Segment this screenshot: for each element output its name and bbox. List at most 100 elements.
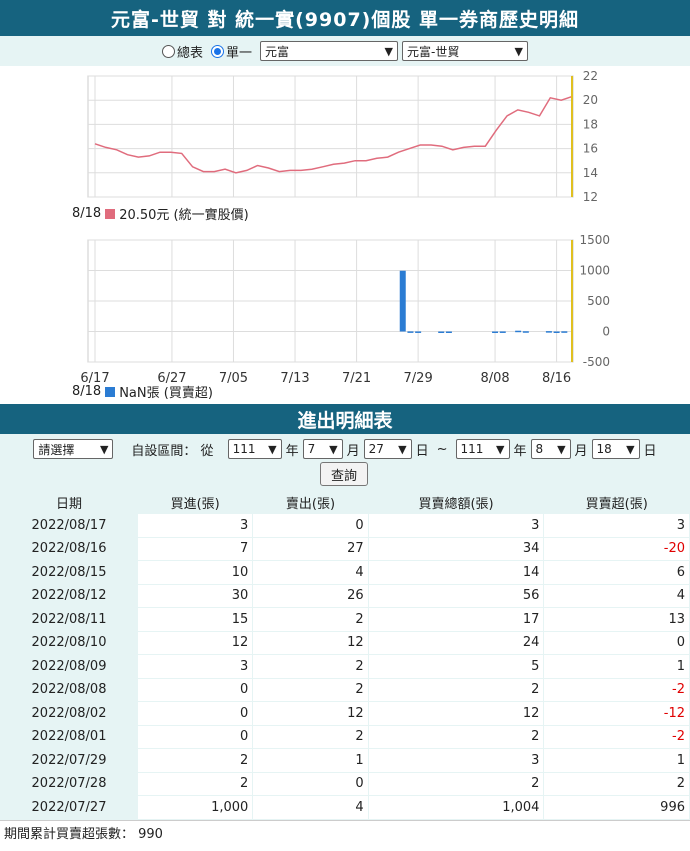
table-row: 2022/08/01 0 2 2 -2 xyxy=(1,725,689,748)
buy-cell: 0 xyxy=(138,725,253,748)
total-cell: 56 xyxy=(368,584,544,607)
date-cell: 2022/08/08 xyxy=(1,678,137,701)
date-cell: 2022/08/11 xyxy=(1,608,137,631)
sell-cell: 1 xyxy=(253,749,368,772)
bar-legend-text: NaN張 (買賣超) xyxy=(119,386,213,401)
total-cell: 24 xyxy=(368,631,544,654)
from-month-select[interactable]: 7 ▼ xyxy=(302,439,343,459)
total-cell: 1,004 xyxy=(368,796,544,819)
date-cell: 2022/08/10 xyxy=(1,631,137,654)
buy-cell: 30 xyxy=(138,584,253,607)
date-cell: 2022/08/16 xyxy=(1,537,137,560)
buy-cell: 0 xyxy=(138,702,253,725)
range-tilde: ~ xyxy=(436,441,448,457)
x-tick-label: 8/16 xyxy=(542,371,571,386)
net-bar xyxy=(415,331,422,333)
branch-select-value: 元富-世貿 xyxy=(407,44,460,59)
price-y-tick: 16 xyxy=(583,142,598,156)
total-cell: 5 xyxy=(368,655,544,678)
date-cell: 2022/08/17 xyxy=(1,514,137,537)
total-cell: 2 xyxy=(368,678,544,701)
chart-area: 12 14 16 18 20 22 8/18 20.50元 (統一實股價) 6/17 6/2… xyxy=(0,66,690,404)
range-label: 自設區間： 從 xyxy=(131,443,214,459)
from-year-value: 111 xyxy=(232,442,256,456)
date-cell: 2022/07/28 xyxy=(1,772,137,795)
col-net: 買賣超(張) xyxy=(544,491,689,513)
total-cell: 14 xyxy=(368,561,544,584)
net-bar xyxy=(553,331,560,333)
sell-cell: 4 xyxy=(253,561,368,584)
net-cell: 996 xyxy=(544,796,689,819)
net-cell: 1 xyxy=(544,749,689,772)
net-cell: 1 xyxy=(544,655,689,678)
from-year-select[interactable]: 111 ▼ xyxy=(227,439,282,459)
price-series-line xyxy=(94,95,573,174)
chevron-down-icon: ▼ xyxy=(99,442,109,456)
radio-off-icon[interactable] xyxy=(161,44,175,58)
buy-cell: 0 xyxy=(138,678,253,701)
net-cell: -2 xyxy=(544,678,689,701)
choose-select[interactable]: 請選擇 ▼ xyxy=(33,439,114,459)
price-legend-swatch xyxy=(105,208,116,219)
table-body: 2022/08/17 3 0 3 3 2022/08/16 7 27 34 -20 2022/08/… xyxy=(1,514,689,819)
broker-select-value: 元富 xyxy=(265,44,290,59)
table-row: 2022/08/16 7 27 34 -20 xyxy=(1,537,689,560)
from-day-select[interactable]: 27 ▼ xyxy=(363,439,412,459)
radio-summary[interactable]: 總表 xyxy=(161,42,203,61)
bar-y-tick: 1000 xyxy=(579,264,610,278)
total-cell: 3 xyxy=(368,749,544,772)
net-bar xyxy=(399,270,406,332)
filter-bar: 請選擇 ▼ 自設區間： 從 111 ▼ 年 7 ▼ 月 27 ▼ 日 ~ 111… xyxy=(0,434,690,490)
branch-select[interactable]: 元富-世貿 ▼ xyxy=(402,41,529,61)
net-bar xyxy=(407,331,414,333)
to-day-select[interactable]: 18 ▼ xyxy=(591,439,640,459)
table-row: 2022/08/15 10 4 14 6 xyxy=(1,561,689,584)
radio-single[interactable]: 單一 xyxy=(211,42,252,61)
to-day-value: 18 xyxy=(596,442,612,456)
sell-cell: 2 xyxy=(253,725,368,748)
x-tick-label: 7/29 xyxy=(404,371,433,386)
total-cell: 2 xyxy=(368,772,544,795)
price-y-tick: 18 xyxy=(583,117,598,131)
to-year-label: 年 xyxy=(513,443,527,459)
net-bar xyxy=(561,331,568,333)
bar-y-tick: 1500 xyxy=(579,233,610,247)
price-plot-frame xyxy=(87,75,574,198)
date-cell: 2022/08/15 xyxy=(1,561,137,584)
sell-cell: 12 xyxy=(253,702,368,725)
price-legend: 8/18 20.50元 (統一實股價) xyxy=(72,204,249,223)
x-tick-label: 7/21 xyxy=(342,371,371,386)
choose-select-value: 請選擇 xyxy=(38,442,75,457)
total-cell: 17 xyxy=(368,608,544,631)
net-cell: -12 xyxy=(544,702,689,725)
to-month-select[interactable]: 8 ▼ xyxy=(530,439,571,459)
net-bar xyxy=(445,331,452,333)
radio-on-icon[interactable] xyxy=(211,44,224,58)
net-bar xyxy=(515,330,522,333)
total-cell: 3 xyxy=(368,514,544,537)
to-year-select[interactable]: 111 ▼ xyxy=(455,439,510,459)
table-row: 2022/08/11 15 2 17 13 xyxy=(1,608,689,631)
date-cell: 2022/08/01 xyxy=(1,725,137,748)
query-button[interactable]: 查詢 xyxy=(320,462,368,486)
page-title: 元富-世貿 對 統一實(9907)個股 單一券商歷史明細 xyxy=(0,0,690,36)
buy-cell: 3 xyxy=(138,514,253,537)
col-total: 買賣總額(張) xyxy=(368,491,544,513)
net-cell: 13 xyxy=(544,608,689,631)
broker-select[interactable]: 元富 ▼ xyxy=(260,41,399,61)
chevron-down-icon: ▼ xyxy=(496,442,505,456)
net-cell: -20 xyxy=(544,537,689,560)
sell-cell: 0 xyxy=(253,772,368,795)
month-label: 月 xyxy=(346,443,360,459)
from-month-value: 7 xyxy=(307,442,316,456)
selector-bar: 總表 單一 元富 ▼ 元富-世貿 ▼ xyxy=(0,36,690,66)
net-cell: -2 xyxy=(544,725,689,748)
from-day-value: 27 xyxy=(368,442,384,456)
buy-cell: 2 xyxy=(138,749,253,772)
radio-summary-label: 總表 xyxy=(176,45,203,61)
table-row: 2022/08/02 0 12 12 -12 xyxy=(1,702,689,725)
price-chart: 12 14 16 18 20 22 xyxy=(87,69,598,204)
net-cell: 3 xyxy=(544,514,689,537)
bar-y-tick: 500 xyxy=(587,294,610,308)
radio-single-label: 單一 xyxy=(226,45,253,61)
